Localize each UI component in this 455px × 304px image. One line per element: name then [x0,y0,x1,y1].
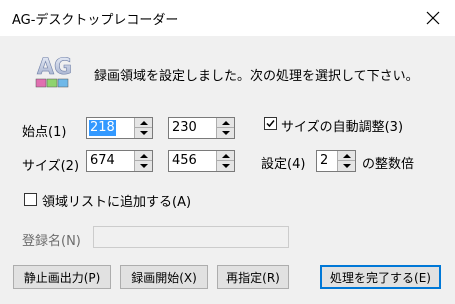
setting-value[interactable]: 2 [320,153,328,169]
setting-spinbox[interactable]: 2 [316,150,356,172]
start-x-spinbox[interactable]: 218 [86,117,153,139]
auto-adjust-checkbox[interactable] [264,117,277,130]
size-height-spinbox[interactable]: 456 [168,150,235,172]
add-to-list-label[interactable]: 領域リストに追加する(A) [42,191,191,210]
spin-down-icon[interactable] [217,128,234,138]
size-width-spinbox[interactable]: 674 [86,150,153,172]
still-output-button[interactable]: 静止画出力(P) [13,265,111,289]
setting-suffix: の整数倍 [362,157,415,172]
spin-up-icon[interactable] [135,118,152,128]
size-width-spinner[interactable] [134,151,152,171]
respecify-button[interactable]: 再指定(R) [217,265,289,289]
spin-down-icon[interactable] [217,161,234,171]
spin-down-icon[interactable] [338,161,355,171]
finish-button[interactable]: 処理を完了する(E) [320,265,441,289]
start-recording-button[interactable]: 録画開始(X) [120,265,208,289]
title-bar: AG-デスクトップレコーダー [0,0,455,36]
close-icon [426,11,440,25]
start-x-value[interactable]: 218 [89,120,116,136]
spin-up-icon[interactable] [338,151,355,161]
instruction-text: 録画領域を設定しました。次の処理を選択して下さい。 [94,69,419,84]
size-width-value[interactable]: 674 [90,153,115,169]
spin-up-icon[interactable] [217,151,234,161]
app-logo: AG [34,52,72,96]
start-x-spinner[interactable] [134,118,152,138]
setting-spinner[interactable] [337,151,355,171]
spin-up-icon[interactable] [135,151,152,161]
size-height-spinner[interactable] [216,151,234,171]
size-height-value[interactable]: 456 [172,153,197,169]
registered-name-label: 登録名(N) [22,234,81,249]
spin-up-icon[interactable] [217,118,234,128]
close-button[interactable] [421,6,445,30]
registered-name-field[interactable] [93,226,289,248]
window-title: AG-デスクトップレコーダー [12,13,179,28]
add-to-list-checkbox[interactable] [24,193,37,206]
svg-text:AG: AG [37,55,72,80]
spin-down-icon[interactable] [135,128,152,138]
checkmark-icon [266,120,275,128]
setting-label: 設定(4) [261,157,306,172]
start-y-spinbox[interactable]: 230 [168,117,235,139]
auto-adjust-label[interactable]: サイズの自動調整(3) [281,116,403,135]
start-point-label: 始点(1) [22,125,67,140]
size-label: サイズ(2) [22,159,80,174]
spin-down-icon[interactable] [135,161,152,171]
start-y-spinner[interactable] [216,118,234,138]
start-y-value[interactable]: 230 [172,120,197,136]
